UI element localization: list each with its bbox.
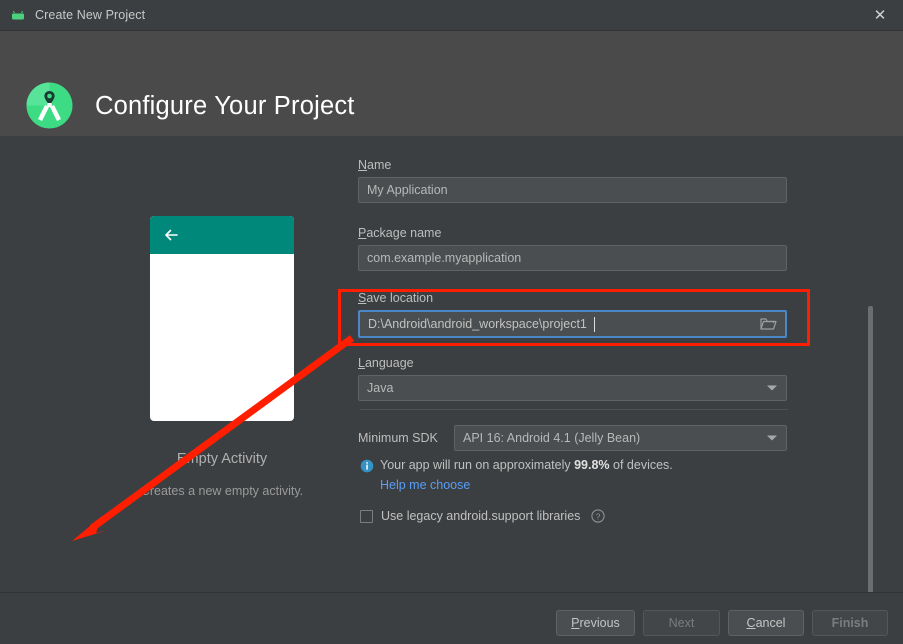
save-location-label: Save location	[358, 291, 434, 305]
save-location-input[interactable]: D:\Android\android_workspace\project1	[358, 310, 787, 338]
save-location-input-value: D:\Android\android_workspace\project1	[368, 317, 587, 331]
dialog-body: Empty Activity Creates a new empty activ…	[0, 136, 903, 644]
question-circle-icon[interactable]: ?	[591, 509, 606, 523]
svg-text:?: ?	[596, 511, 601, 521]
create-new-project-dialog: Create New Project ✕ Configure Your Proj…	[0, 0, 903, 644]
sdk-coverage-info: Your app will run on approximately 99.8%…	[360, 458, 673, 473]
minimum-sdk-select-value: API 16: Android 4.1 (Jelly Bean)	[463, 431, 641, 445]
form-divider	[360, 409, 788, 410]
name-input[interactable]: My Application	[358, 177, 787, 203]
package-name-label: Package name	[358, 226, 442, 240]
info-icon	[360, 459, 374, 473]
preview-appbar	[150, 216, 294, 254]
package-name-input-value: com.example.myapplication	[367, 251, 522, 265]
minimum-sdk-label: Minimum SDK	[358, 431, 438, 445]
android-studio-logo	[25, 81, 74, 130]
finish-button[interactable]: Finish	[812, 610, 888, 636]
field-group-name: Name My Application	[358, 158, 787, 203]
use-legacy-libraries-label: Use legacy android.support libraries	[381, 509, 581, 523]
language-select[interactable]: Java	[358, 375, 787, 401]
field-group-save-location: Save location D:\Android\android_workspa…	[358, 291, 787, 338]
chevron-down-icon	[767, 435, 777, 441]
window-titlebar: Create New Project ✕	[0, 0, 903, 31]
text-cursor	[593, 316, 595, 332]
use-legacy-libraries-checkbox[interactable]	[360, 509, 373, 523]
sdk-coverage-prefix: Your app will run on approximately	[380, 458, 575, 472]
window-title: Create New Project	[35, 8, 146, 22]
sdk-coverage-text: Your app will run on approximately 99.8%…	[380, 458, 673, 472]
legacy-libraries-row: Use legacy android.support libraries ?	[360, 509, 606, 523]
android-robot-icon	[9, 6, 27, 24]
template-description: Creates a new empty activity.	[140, 484, 304, 498]
field-group-minimum-sdk: Minimum SDK API 16: Android 4.1 (Jelly B…	[358, 425, 787, 451]
chevron-down-icon	[767, 385, 777, 391]
sdk-coverage-percent: 99.8%	[574, 458, 610, 472]
next-button[interactable]: Next	[643, 610, 720, 636]
previous-button[interactable]: Previous	[556, 610, 635, 636]
field-group-package-name: Package name com.example.myapplication	[358, 226, 787, 271]
back-arrow-icon	[162, 226, 180, 244]
folder-icon[interactable]	[760, 317, 777, 331]
minimum-sdk-select[interactable]: API 16: Android 4.1 (Jelly Bean)	[454, 425, 787, 451]
template-preview-card	[150, 216, 294, 421]
template-name: Empty Activity	[176, 451, 268, 467]
name-label: Name	[358, 158, 392, 172]
language-label: Language	[358, 356, 414, 370]
name-input-value: My Application	[367, 183, 448, 197]
cancel-button[interactable]: Cancel	[728, 610, 804, 636]
page-title: Configure Your Project	[95, 92, 355, 120]
package-name-input[interactable]: com.example.myapplication	[358, 245, 787, 271]
sdk-coverage-suffix: of devices.	[609, 458, 673, 472]
dialog-footer: Previous Next Cancel Finish	[0, 592, 903, 644]
dialog-header: Configure Your Project	[0, 31, 903, 136]
help-me-choose-link[interactable]: Help me choose	[380, 478, 470, 492]
close-icon[interactable]: ✕	[857, 0, 903, 31]
field-group-language: Language Java	[358, 356, 787, 401]
language-select-value: Java	[367, 381, 394, 395]
